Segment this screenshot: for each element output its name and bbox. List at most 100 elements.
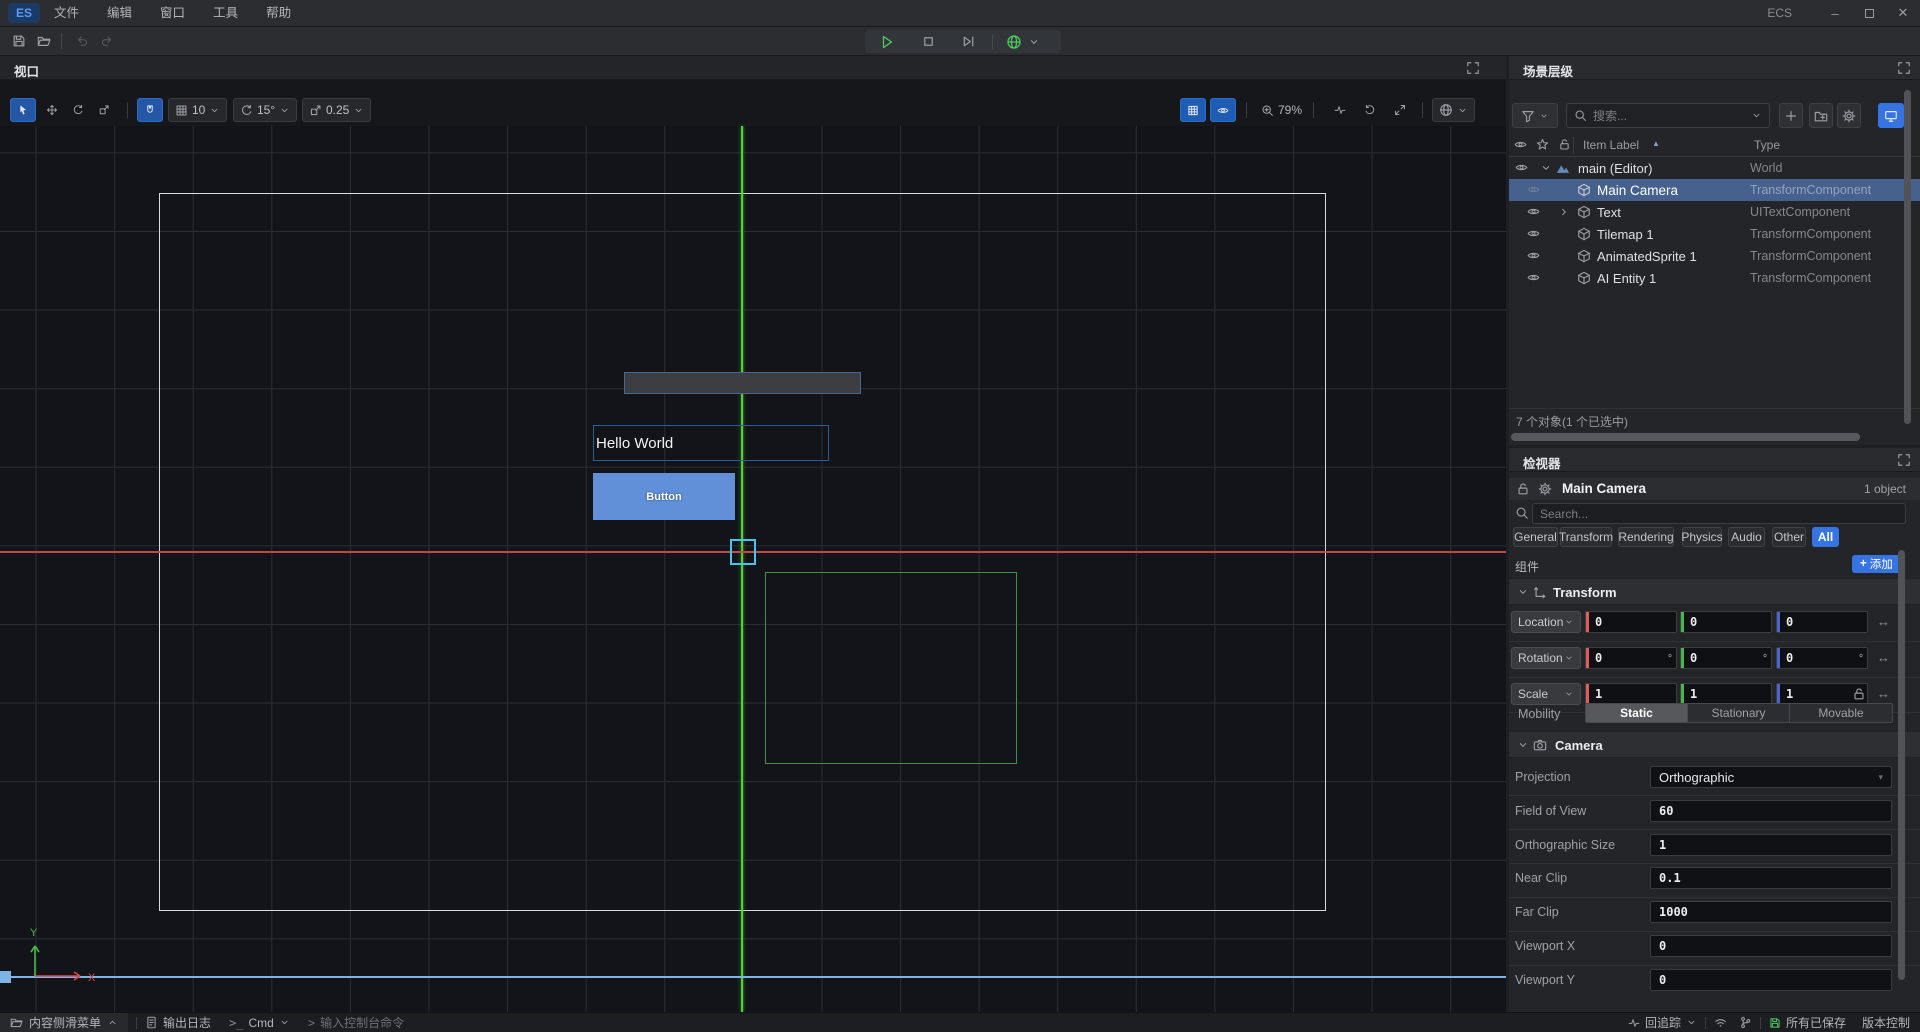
close-button[interactable]: ✕ [1886,0,1920,27]
tab-rendering[interactable]: Rendering [1618,527,1674,547]
near-clip-input[interactable]: 0.1 [1650,867,1892,889]
eye-icon[interactable] [1515,161,1528,174]
scene-selection-gizmo[interactable] [730,539,756,565]
undo-icon[interactable] [75,34,89,48]
scene-viewport[interactable]: Hello World Button Y X 10 15° [0,80,1506,1012]
minimize-button[interactable]: – [1818,0,1852,27]
source-branch-icon[interactable] [1739,1016,1752,1029]
rotation-y-field[interactable]: 0° [1680,647,1772,669]
location-label-dropdown[interactable]: Location [1511,611,1581,633]
new-folder-button[interactable] [1809,103,1833,128]
location-y-field[interactable]: 0 [1680,611,1772,633]
column-type-label[interactable]: Type [1754,138,1780,152]
link-values-icon[interactable]: ↔ [1877,650,1890,665]
add-component-button[interactable]: + 添加 [1852,555,1901,573]
eye-icon[interactable] [1527,183,1540,196]
tree-row-text[interactable]: Text UITextComponent [1509,201,1920,223]
viewport-y-input[interactable]: 0 [1650,969,1892,991]
world-selector-globe-icon[interactable] [1006,34,1022,50]
menu-window[interactable]: 窗口 [146,0,199,27]
far-clip-input[interactable]: 1000 [1650,901,1892,923]
grid-snap-dropdown[interactable]: 10 [168,98,227,122]
transform-section-header[interactable]: Transform [1509,578,1920,605]
tree-row-main-camera[interactable]: Main Camera TransformComponent [1509,179,1920,201]
menu-file[interactable]: 文件 [40,0,93,27]
uniform-scale-lock-icon[interactable] [1852,687,1866,701]
favorite-column-icon[interactable] [1536,138,1549,151]
app-logo[interactable]: ES [8,3,40,23]
link-values-icon[interactable]: ↔ [1877,614,1890,629]
search-history-chevron-icon[interactable] [1751,110,1762,121]
tree-row-ai-entity[interactable]: AI Entity 1 TransformComponent [1509,267,1920,289]
trace-selector[interactable]: 回追踪 [1628,1014,1697,1031]
stop-button[interactable] [921,34,936,49]
rotate-snap-dropdown[interactable]: 15° [233,98,297,122]
tree-row-animatedsprite[interactable]: AnimatedSprite 1 TransformComponent [1509,245,1920,267]
scene-text-object[interactable]: Hello World [593,425,829,461]
save-status[interactable]: 所有已保存 [1769,1014,1846,1031]
inspector-search-input[interactable] [1540,507,1870,521]
eye-icon[interactable] [1527,271,1540,284]
rotate-tool-button[interactable] [66,98,90,122]
mobility-movable-option[interactable]: Movable [1790,704,1892,722]
hierarchy-hscrollbar[interactable] [1511,433,1860,441]
scene-panel-bar[interactable] [624,372,861,394]
projection-dropdown[interactable]: Orthographic ▾ [1650,766,1892,788]
mobility-stationary-option[interactable]: Stationary [1688,704,1790,722]
tab-all[interactable]: All [1812,527,1839,547]
camera-section-header[interactable]: Camera [1509,731,1920,758]
hierarchy-search-input[interactable] [1593,109,1733,123]
version-control-button[interactable]: 版本控制 [1862,1014,1910,1031]
console-command-input[interactable]: > 输入控制台命令 [308,1014,404,1031]
link-values-icon[interactable]: ↔ [1877,686,1890,701]
move-tool-button[interactable] [40,98,64,122]
viewport-expand-icon[interactable] [1466,61,1480,75]
screen-view-button[interactable] [1878,103,1904,128]
play-button[interactable] [879,34,895,50]
guide-handle[interactable] [0,971,11,983]
location-x-field[interactable]: 0 [1585,611,1677,633]
hierarchy-settings-button[interactable] [1837,103,1861,128]
content-drawer-toggle[interactable]: 内容侧滑菜单 [0,1013,128,1032]
tab-transform[interactable]: Transform [1560,527,1612,547]
rotation-label-dropdown[interactable]: Rotation [1511,647,1581,669]
select-tool-button[interactable] [10,98,36,122]
menu-help[interactable]: 帮助 [252,0,305,27]
scale-y-field[interactable]: 1 [1680,683,1772,705]
filter-button[interactable] [1512,103,1558,128]
save-icon[interactable] [12,34,26,48]
column-item-label[interactable]: Item Label [1583,138,1639,152]
eye-icon[interactable] [1527,249,1540,262]
world-selector-chevron-icon[interactable] [1028,36,1040,48]
fullscreen-button[interactable] [1388,98,1412,122]
hierarchy-search[interactable] [1566,103,1770,128]
viewport-x-input[interactable]: 0 [1650,935,1892,957]
menu-tools[interactable]: 工具 [199,0,252,27]
snap-toggle-button[interactable] [137,98,163,122]
scale-x-field[interactable]: 1 [1585,683,1677,705]
chevron-right-icon[interactable] [1558,206,1570,218]
tab-audio[interactable]: Audio [1728,527,1765,547]
reset-view-button[interactable] [1358,98,1382,122]
object-settings-gear-icon[interactable] [1538,482,1552,496]
lock-column-icon[interactable] [1558,138,1571,151]
cmd-selector[interactable]: >_ Cmd [229,1016,290,1030]
mobility-static-option[interactable]: Static [1586,704,1688,722]
chevron-down-icon[interactable] [1540,162,1552,174]
open-folder-icon[interactable] [37,34,51,48]
add-entity-button[interactable] [1779,103,1803,128]
field-of-view-input[interactable]: 60 [1650,800,1892,822]
tab-general[interactable]: General [1513,527,1558,547]
grid-visibility-button[interactable] [1180,98,1206,122]
output-log-button[interactable]: 输出日志 [145,1014,211,1031]
hierarchy-vscrollbar[interactable] [1904,90,1911,424]
tree-row-main[interactable]: main (Editor) World [1509,157,1920,179]
lock-icon[interactable] [1516,482,1530,496]
zoom-indicator[interactable]: 79% [1261,98,1302,122]
rotation-z-field[interactable]: 0° [1776,647,1868,669]
scale-tool-button[interactable] [92,98,116,122]
inspector-expand-icon[interactable] [1897,453,1911,467]
scale-snap-dropdown[interactable]: 0.25 [302,98,371,122]
location-z-field[interactable]: 0 [1776,611,1868,633]
maximize-button[interactable] [1852,0,1886,27]
